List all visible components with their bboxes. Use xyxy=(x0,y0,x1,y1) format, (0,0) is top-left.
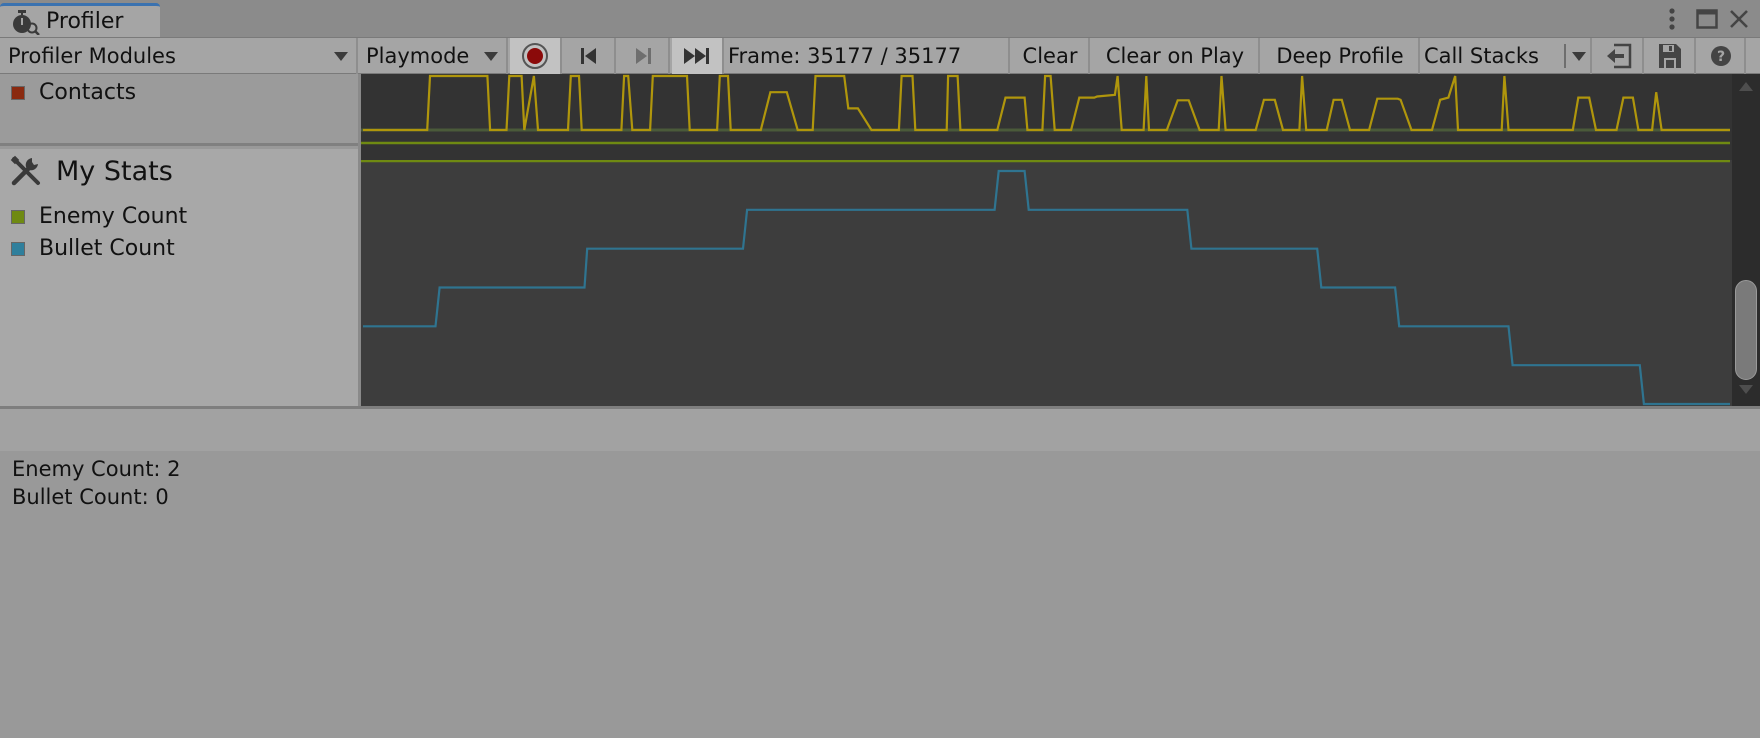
last-frame-button[interactable] xyxy=(672,38,724,74)
profiler-window: Profiler Profiler Modules Playmode Frame… xyxy=(0,0,1760,738)
contacts-series-line xyxy=(363,74,1730,132)
detail-enemy-count: Enemy Count: 2 xyxy=(12,457,181,481)
tab-title: Profiler xyxy=(46,9,124,34)
help-icon: ? xyxy=(1711,46,1731,66)
module-title-label: My Stats xyxy=(56,155,173,187)
profiler-modules-dropdown[interactable]: Profiler Modules xyxy=(0,38,358,74)
deep-profile-label: Deep Profile xyxy=(1276,44,1404,68)
my-stats-chart[interactable] xyxy=(361,160,1732,406)
previous-frame-icon xyxy=(581,48,596,64)
load-button[interactable] xyxy=(1594,38,1644,74)
more-options-icon xyxy=(1669,8,1675,30)
target-label: Playmode xyxy=(366,44,470,68)
legend-label: Enemy Count xyxy=(39,204,188,229)
close-button[interactable] xyxy=(1726,6,1752,32)
details-pane: Enemy Count: 2 Bullet Count: 0 xyxy=(0,451,1760,738)
my-stats-module-legend[interactable] xyxy=(0,149,358,406)
chevron-down-icon xyxy=(334,52,348,61)
physics-chart-svg xyxy=(361,74,1730,145)
close-icon xyxy=(1730,10,1748,28)
profiler-toolbar: Profiler Modules Playmode Frame: 35177 /… xyxy=(0,37,1760,74)
clear-on-play-button[interactable]: Clear on Play xyxy=(1092,38,1260,74)
call-stacks-dropdown-icon[interactable] xyxy=(1572,52,1586,61)
maximize-icon xyxy=(1696,9,1718,29)
frame-label: Frame: 35177 / 35177 xyxy=(728,44,962,68)
enemy-count-color-swatch xyxy=(11,209,25,224)
profiler-modules-label: Profiler Modules xyxy=(8,44,176,68)
next-frame-icon xyxy=(636,48,651,64)
profiler-tab[interactable]: Profiler xyxy=(0,3,160,37)
profiler-stopwatch-icon xyxy=(13,9,40,35)
tools-icon xyxy=(10,155,40,186)
scroll-up-arrow-icon[interactable] xyxy=(1739,82,1753,91)
detail-bullet-count: Bullet Count: 0 xyxy=(12,485,169,509)
clear-label: Clear xyxy=(1022,44,1078,68)
details-splitter[interactable] xyxy=(0,406,1760,451)
legend-item-contacts[interactable]: Contacts xyxy=(10,80,136,105)
record-button[interactable] xyxy=(510,38,562,74)
legend-item-enemy-count[interactable]: Enemy Count xyxy=(10,204,187,229)
last-frame-icon xyxy=(684,48,709,64)
scroll-down-arrow-icon[interactable] xyxy=(1739,385,1753,394)
help-button[interactable]: ? xyxy=(1698,38,1746,74)
next-frame-button[interactable] xyxy=(618,38,670,74)
physics-module-legend[interactable]: Contacts xyxy=(0,74,358,146)
legend-label: Contacts xyxy=(39,80,137,105)
chevron-down-icon xyxy=(484,52,498,61)
svg-text:?: ? xyxy=(1717,49,1725,65)
my-stats-chart-svg xyxy=(361,160,1730,406)
legend-item-bullet-count[interactable]: Bullet Count xyxy=(10,236,175,261)
contacts-color-swatch xyxy=(11,85,25,100)
clear-on-play-label: Clear on Play xyxy=(1105,44,1245,68)
save-button[interactable] xyxy=(1646,38,1696,74)
previous-frame-button[interactable] xyxy=(564,38,616,74)
physics-chart[interactable] xyxy=(361,74,1732,160)
split-divider xyxy=(1564,44,1566,68)
my-stats-module-title[interactable]: My Stats xyxy=(10,155,173,187)
legend-label: Bullet Count xyxy=(39,236,175,261)
frame-counter: Frame: 35177 / 35177 xyxy=(726,38,1010,74)
call-stacks-button[interactable]: Call Stacks xyxy=(1422,38,1592,74)
maximize-button[interactable] xyxy=(1694,6,1720,32)
chart-vertical-scrollbar[interactable] xyxy=(1732,74,1760,406)
load-icon xyxy=(1607,43,1632,69)
bullet-count-color-swatch xyxy=(11,241,25,256)
call-stacks-label: Call Stacks xyxy=(1424,44,1539,68)
save-icon xyxy=(1659,44,1681,68)
scrollbar-thumb[interactable] xyxy=(1735,280,1757,380)
target-dropdown[interactable]: Playmode xyxy=(360,38,508,74)
clear-button[interactable]: Clear xyxy=(1012,38,1090,74)
record-icon xyxy=(522,43,548,69)
window-title-bar: Profiler xyxy=(0,0,1760,37)
more-options-button[interactable] xyxy=(1660,6,1684,32)
bullet-count-series-line xyxy=(363,169,1730,406)
deep-profile-button[interactable]: Deep Profile xyxy=(1262,38,1420,74)
